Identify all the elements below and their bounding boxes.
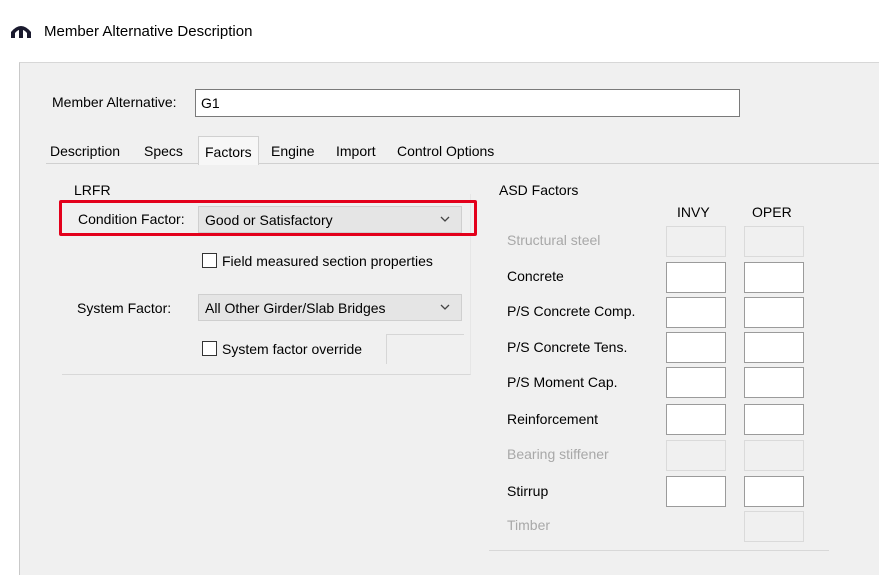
system-override-label: System factor override (222, 341, 363, 357)
row-label-concrete: Concrete (507, 268, 564, 284)
chevron-down-icon (440, 304, 450, 310)
system-factor-value: All Other Girder/Slab Bridges (205, 300, 386, 316)
row-label-structural-steel: Structural steel (507, 232, 601, 248)
field-measured-checkbox[interactable] (202, 253, 217, 268)
row-label-stirrup: Stirrup (507, 483, 549, 499)
member-alternative-input[interactable]: G1 (195, 89, 740, 117)
member-alternative-label: Member Alternative: (52, 94, 177, 110)
invy-reinforcement[interactable] (666, 404, 726, 435)
row-label-ps-moment-cap: P/S Moment Cap. (507, 374, 618, 390)
bridge-icon (11, 26, 31, 38)
invy-stirrup[interactable] (666, 476, 726, 507)
oper-bearing-stiffener (744, 440, 804, 471)
tab-control-options[interactable]: Control Options (397, 143, 494, 159)
asd-title: ASD Factors (499, 182, 579, 198)
system-factor-select[interactable]: All Other Girder/Slab Bridges (198, 294, 462, 321)
oper-header: OPER (752, 204, 792, 220)
oper-concrete[interactable] (744, 262, 804, 293)
system-override-input (386, 334, 464, 364)
row-label-bearing-stiffener: Bearing stiffener (507, 446, 609, 462)
invy-ps-concrete-tens[interactable] (666, 332, 726, 363)
oper-structural-steel (744, 226, 804, 257)
invy-concrete[interactable] (666, 262, 726, 293)
tab-specs[interactable]: Specs (144, 143, 183, 159)
window-title: Member Alternative Description (44, 23, 253, 40)
tab-engine[interactable]: Engine (271, 143, 315, 159)
invy-structural-steel (666, 226, 726, 257)
oper-stirrup[interactable] (744, 476, 804, 507)
oper-ps-moment-cap[interactable] (744, 367, 804, 398)
tab-factors[interactable]: Factors (198, 136, 259, 165)
invy-bearing-stiffener (666, 440, 726, 471)
invy-ps-concrete-comp[interactable] (666, 297, 726, 328)
tab-description[interactable]: Description (50, 143, 120, 159)
oper-timber (744, 511, 804, 542)
oper-ps-concrete-comp[interactable] (744, 297, 804, 328)
invy-header: INVY (677, 204, 710, 220)
invy-ps-moment-cap[interactable] (666, 367, 726, 398)
row-label-ps-concrete-comp: P/S Concrete Comp. (507, 303, 636, 319)
system-factor-label: System Factor: (77, 300, 172, 316)
field-measured-label: Field measured section properties (222, 253, 433, 269)
title-bar: Member Alternative Description (0, 0, 879, 62)
row-label-timber: Timber (507, 517, 551, 533)
system-override-checkbox[interactable] (202, 341, 217, 356)
oper-reinforcement[interactable] (744, 404, 804, 435)
tab-import[interactable]: Import (336, 143, 376, 159)
row-label-ps-concrete-tens: P/S Concrete Tens. (507, 339, 628, 355)
lrfr-title: LRFR (74, 182, 111, 198)
row-label-reinforcement: Reinforcement (507, 411, 599, 427)
oper-ps-concrete-tens[interactable] (744, 332, 804, 363)
member-alternative-value: G1 (201, 95, 220, 111)
condition-factor-highlight (59, 200, 477, 236)
